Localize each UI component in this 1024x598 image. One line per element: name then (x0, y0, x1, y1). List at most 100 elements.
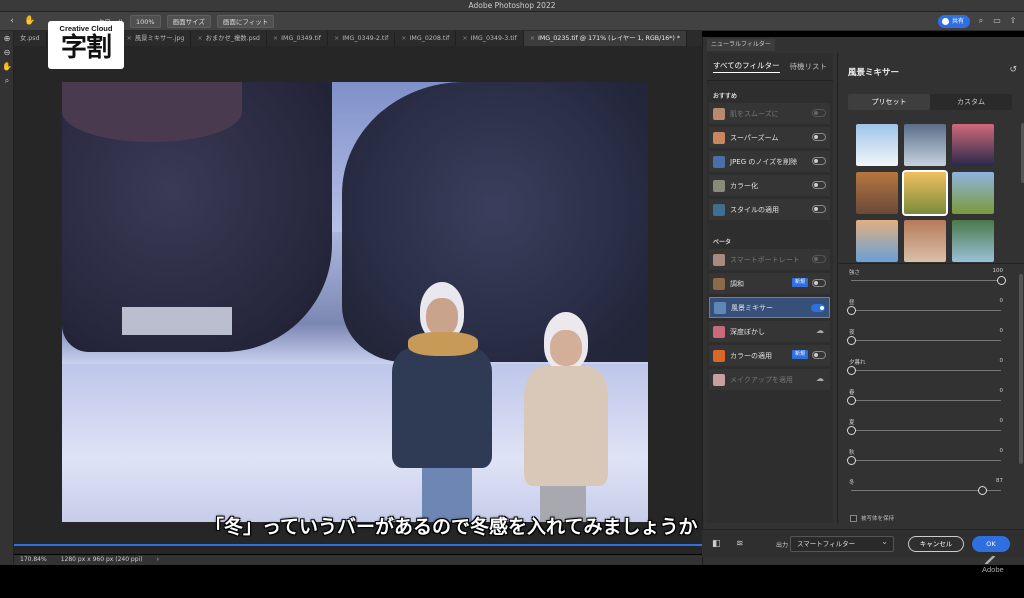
share-export-icon[interactable]: ⇧ (1008, 16, 1018, 26)
close-icon[interactable]: × (273, 35, 278, 42)
filter-item[interactable]: カラー化 (709, 175, 830, 196)
hand-tool-icon[interactable]: ✋ (2, 62, 12, 72)
slider-scrollbar[interactable] (1019, 274, 1023, 464)
fit-screen-button[interactable]: 画面サイズ (166, 14, 211, 28)
filter-item[interactable]: 調和 新規 (709, 273, 830, 294)
ok-button[interactable]: OK (972, 536, 1010, 552)
filter-toggle[interactable] (812, 181, 826, 189)
slider-track[interactable] (851, 460, 1001, 461)
filter-toggle[interactable] (812, 351, 826, 359)
slider-knob[interactable] (847, 426, 856, 435)
fill-screen-button[interactable]: 画面にフィット (216, 14, 275, 28)
filter-toggle[interactable] (812, 255, 826, 263)
filter-item[interactable]: 肌をスムーズに (709, 103, 830, 124)
slider-knob[interactable] (847, 336, 856, 345)
document-tab[interactable]: × IMG_0208.tif (395, 31, 457, 46)
layers-icon[interactable]: ≋ (736, 539, 744, 549)
document-tab-active[interactable]: × IMG_0235.tif @ 171% (レイヤー 1, RGB/16*) * (523, 31, 687, 46)
back-icon[interactable]: ‹ (6, 15, 18, 27)
filter-name: カラー化 (730, 181, 758, 190)
cloud-download-icon[interactable]: ☁ (816, 326, 824, 335)
preset-thumbnail[interactable] (856, 172, 898, 214)
output-select[interactable]: スマートフィルター (790, 535, 894, 552)
filter-item[interactable]: 深度ぼかし ☁ (709, 321, 830, 342)
document-tab[interactable]: × IMG_0349.tif (267, 31, 328, 46)
slider-label: 秋 (849, 450, 855, 456)
window-title: Adobe Photoshop 2022 (0, 0, 1024, 12)
filter-toggle[interactable] (812, 133, 826, 141)
filter-item[interactable]: スーパーズーム (709, 127, 830, 148)
slider-value: 0 (999, 358, 1004, 364)
preserve-subject-checkbox[interactable] (850, 514, 857, 522)
cloud-download-icon[interactable]: ☁ (816, 374, 824, 383)
compare-icon[interactable]: ◧ (712, 539, 721, 549)
segment-custom[interactable]: カスタム (930, 94, 1012, 110)
filter-item[interactable]: スタイルの適用 (709, 199, 830, 220)
slider-knob[interactable] (977, 486, 987, 495)
preset-thumbnail[interactable] (952, 124, 994, 166)
tab-all-filters[interactable]: すべてのフィルター (713, 60, 780, 73)
preset-thumbnail[interactable] (856, 220, 898, 262)
zoom-out-tool-icon[interactable]: ⊖ (2, 48, 12, 58)
cancel-button[interactable]: キャンセル (908, 536, 964, 552)
filter-item[interactable]: JPEG のノイズを削除 (709, 151, 830, 172)
tab-waitlist[interactable]: 待機リスト (790, 61, 828, 72)
slider-value: 0 (999, 298, 1004, 304)
filter-name: スマートポートレート (730, 255, 800, 264)
zoom-100-button[interactable]: 100% (130, 14, 161, 28)
slider-track[interactable] (851, 370, 1001, 371)
adobe-watermark: Adobe (982, 556, 1004, 574)
segment-preset[interactable]: プリセット (848, 94, 930, 110)
document-canvas-photo[interactable] (62, 82, 648, 522)
close-icon[interactable]: × (127, 35, 132, 42)
slider-knob[interactable] (847, 306, 856, 315)
preset-thumbnail[interactable] (904, 124, 946, 166)
close-icon[interactable]: × (401, 35, 406, 42)
preset-thumbnail[interactable] (952, 172, 994, 214)
slider-value: 0 (999, 418, 1004, 424)
preset-thumbnail[interactable] (952, 220, 994, 262)
reset-icon[interactable]: ↺ (1009, 65, 1017, 75)
close-icon[interactable]: × (462, 35, 467, 42)
preserve-subject-row[interactable]: 被写体を保持 (850, 514, 894, 522)
preset-thumbnail[interactable] (904, 220, 946, 262)
filter-toggle[interactable] (812, 205, 826, 213)
filter-item[interactable]: 風景ミキサー (709, 297, 830, 318)
document-tab[interactable]: × おまかせ_複数.psd (191, 31, 267, 46)
panel-tab-neural-filters[interactable]: ニューラルフィルター (707, 39, 775, 51)
filter-toggle[interactable] (812, 279, 826, 287)
slider-knob[interactable] (997, 276, 1006, 285)
preset-thumbnail[interactable] (902, 170, 948, 216)
close-icon[interactable]: × (334, 35, 339, 42)
slider-track[interactable] (851, 400, 1001, 401)
share-button[interactable]: 共有 (937, 15, 970, 28)
filter-thumbnail-icon (713, 325, 725, 338)
slider-track[interactable] (851, 280, 1001, 281)
slider-knob[interactable] (847, 396, 856, 405)
document-tab[interactable]: 女.psd (14, 31, 47, 46)
slider-track[interactable] (851, 310, 1001, 311)
preset-thumbnail[interactable] (856, 124, 898, 166)
close-icon[interactable]: × (530, 35, 535, 42)
workspace-icon[interactable]: ▭ (992, 16, 1002, 26)
close-icon[interactable]: × (197, 35, 202, 42)
slider-knob[interactable] (847, 366, 856, 375)
filter-item[interactable]: メイクアップを適用 ☁ (709, 369, 830, 390)
slider-value: 0 (999, 448, 1004, 454)
slider-track[interactable] (851, 340, 1001, 341)
filter-item[interactable]: カラーの適用 新規 (709, 345, 830, 366)
filter-toggle[interactable] (812, 109, 826, 117)
document-tab[interactable]: × IMG_0349-2.tif (328, 31, 396, 46)
slider-track[interactable] (851, 430, 1001, 431)
filter-item[interactable]: スマートポートレート (709, 249, 830, 270)
document-tab[interactable]: × IMG_0349-3.tif (456, 31, 524, 46)
slider-knob[interactable] (847, 456, 856, 465)
status-chevron-icon[interactable]: › (157, 555, 159, 565)
search-icon[interactable]: ⌕ (976, 16, 986, 26)
canvas-area[interactable] (14, 46, 711, 562)
status-zoom[interactable]: 170.84% (20, 555, 47, 565)
zoom-tool-icon[interactable]: ⌕ (2, 76, 12, 86)
filter-toggle[interactable] (812, 157, 826, 165)
zoom-in-tool-icon[interactable]: ⊕ (2, 34, 12, 44)
filter-toggle[interactable] (811, 304, 825, 312)
